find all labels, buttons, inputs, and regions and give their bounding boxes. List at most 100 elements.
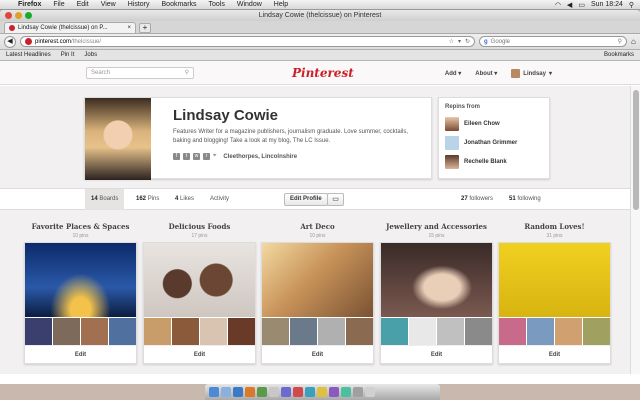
avatar	[511, 69, 521, 78]
user-menu[interactable]: Lindsay ▾	[511, 69, 552, 78]
new-tab-button[interactable]: +	[139, 23, 151, 33]
clock[interactable]: Sun 18:24	[591, 1, 623, 8]
app-icon[interactable]	[305, 387, 315, 397]
board-edit-button[interactable]: Edit	[262, 345, 373, 363]
app-icon[interactable]	[257, 387, 267, 397]
board-cover-image[interactable]	[381, 243, 492, 317]
rss-icon[interactable]: r	[203, 153, 210, 160]
firefox-icon[interactable]	[245, 387, 255, 397]
board-random-loves[interactable]: Random Loves! 31 pins Edit	[498, 222, 611, 370]
menu-file[interactable]: File	[47, 1, 70, 8]
activity-tab[interactable]: Activity	[210, 196, 229, 202]
twitter-icon[interactable]: t	[183, 153, 190, 160]
website-icon[interactable]: w	[193, 153, 200, 160]
wifi-icon[interactable]: ◠	[555, 1, 561, 9]
page-scrollbar[interactable]	[630, 86, 640, 374]
bookmark-pin-it[interactable]: Pin It	[61, 52, 75, 58]
followers-link[interactable]: 27 followers	[461, 196, 493, 202]
menu-help[interactable]: Help	[268, 1, 294, 8]
board-edit-button[interactable]: Edit	[381, 345, 492, 363]
tab-bar: Lindsay Cowie (thelcissue) on P... × +	[0, 21, 640, 34]
app-icon[interactable]	[317, 387, 327, 397]
likes-tab[interactable]: 4 Likes	[175, 196, 194, 202]
board-delicious-foods[interactable]: Delicious Foods 17 pins Edit	[143, 222, 256, 370]
location-pin-icon: ⌖	[213, 153, 217, 159]
pinterest-search-input[interactable]: Search ⚲	[86, 66, 194, 79]
board-edit-button[interactable]: Edit	[144, 345, 255, 363]
menu-tools[interactable]: Tools	[203, 1, 231, 8]
user-name: Lindsay	[523, 70, 546, 77]
home-icon[interactable]: ⌂	[631, 37, 636, 46]
search-icon[interactable]: ⚲	[618, 38, 622, 45]
browser-tab[interactable]: Lindsay Cowie (thelcissue) on P... ×	[4, 22, 136, 33]
url-bar[interactable]: pinterest.com /thelcissue/ ☆ ▾ ↻	[20, 36, 475, 47]
reload-icon[interactable]: ↻	[465, 38, 470, 45]
spotlight-icon[interactable]: ⚲	[629, 1, 634, 9]
close-tab-icon[interactable]: ×	[127, 25, 131, 31]
close-window-button[interactable]	[5, 12, 12, 19]
avatar	[445, 135, 459, 150]
following-link[interactable]: 51 following	[509, 196, 541, 202]
back-button[interactable]: ◀	[4, 35, 16, 48]
board-favorite-places[interactable]: Favorite Places & Spaces 10 pins Edit	[24, 222, 137, 370]
board-cover-image[interactable]	[262, 243, 373, 317]
profile-name: Lindsay Cowie	[173, 107, 279, 124]
board-art-deco[interactable]: Art Deco 10 pins Edit	[261, 222, 374, 370]
url-host: pinterest.com	[35, 38, 72, 45]
menu-history[interactable]: History	[122, 1, 156, 8]
bookmark-latest-headlines[interactable]: Latest Headlines	[6, 52, 51, 58]
safari-icon[interactable]	[233, 387, 243, 397]
board-cover-image[interactable]	[25, 243, 136, 317]
boards-tab[interactable]: 14 Boards	[85, 189, 125, 210]
zoom-window-button[interactable]	[25, 12, 32, 19]
repin-person[interactable]: Eileen Chow	[445, 114, 543, 133]
app-icon[interactable]	[293, 387, 303, 397]
pinterest-logo[interactable]: Pinterest	[292, 66, 354, 80]
menu-window[interactable]: Window	[231, 1, 268, 8]
trash-icon[interactable]	[365, 387, 375, 397]
menu-bookmarks[interactable]: Bookmarks	[156, 1, 203, 8]
repin-person-name: Eileen Chow	[464, 120, 500, 127]
edit-profile-button[interactable]: Edit Profile	[284, 193, 328, 206]
board-cover-image[interactable]	[144, 243, 255, 317]
mac-dock	[205, 384, 440, 400]
app-icon[interactable]	[329, 387, 339, 397]
site-identity-icon[interactable]	[25, 38, 32, 45]
facebook-icon[interactable]: f	[173, 153, 180, 160]
app-icon[interactable]	[269, 387, 279, 397]
dashboard-icon[interactable]	[221, 387, 231, 397]
menu-firefox[interactable]: Firefox	[12, 1, 47, 8]
share-profile-button[interactable]: ▭	[327, 193, 344, 206]
bookmarks-toolbar: Latest Headlines Pin It Jobs Bookmarks	[0, 50, 640, 61]
web-search-box[interactable]: g Google ⚲	[479, 36, 627, 47]
menu-edit[interactable]: Edit	[71, 1, 95, 8]
volume-icon[interactable]: ◀	[567, 1, 572, 9]
pins-tab[interactable]: 162 Pins	[136, 196, 159, 202]
bookmark-jobs[interactable]: Jobs	[84, 52, 97, 58]
bookmarks-menu[interactable]: Bookmarks	[604, 52, 634, 58]
mac-menu-bar: Firefox File Edit View History Bookmarks…	[0, 0, 640, 10]
repin-person[interactable]: Rechelle Blank	[445, 152, 543, 171]
board-edit-button[interactable]: Edit	[25, 345, 136, 363]
app-icon[interactable]	[341, 387, 351, 397]
google-icon[interactable]: g	[484, 39, 488, 45]
avatar	[445, 154, 459, 169]
minimize-window-button[interactable]	[15, 12, 22, 19]
scrollbar-thumb[interactable]	[633, 90, 639, 210]
menu-view[interactable]: View	[95, 1, 122, 8]
app-icon[interactable]	[281, 387, 291, 397]
app-icon[interactable]	[353, 387, 363, 397]
board-pin-count: 17 pins	[191, 233, 208, 239]
bookmark-star-icon[interactable]: ☆	[449, 38, 454, 45]
board-edit-button[interactable]: Edit	[499, 345, 610, 363]
add-menu[interactable]: Add ▾	[445, 70, 461, 77]
board-cover-image[interactable]	[499, 243, 610, 317]
about-menu[interactable]: About ▾	[475, 70, 497, 77]
dropdown-icon[interactable]: ▾	[458, 38, 461, 45]
repin-person[interactable]: Jonathan Grimmer	[445, 133, 543, 152]
finder-icon[interactable]	[209, 387, 219, 397]
magnifier-icon[interactable]: ⚲	[185, 69, 189, 76]
board-jewellery-accessories[interactable]: Jewellery and Accessories 15 pins Edit	[380, 222, 493, 370]
repin-person-name: Jonathan Grimmer	[464, 139, 518, 146]
battery-icon[interactable]: ▭	[578, 1, 585, 9]
